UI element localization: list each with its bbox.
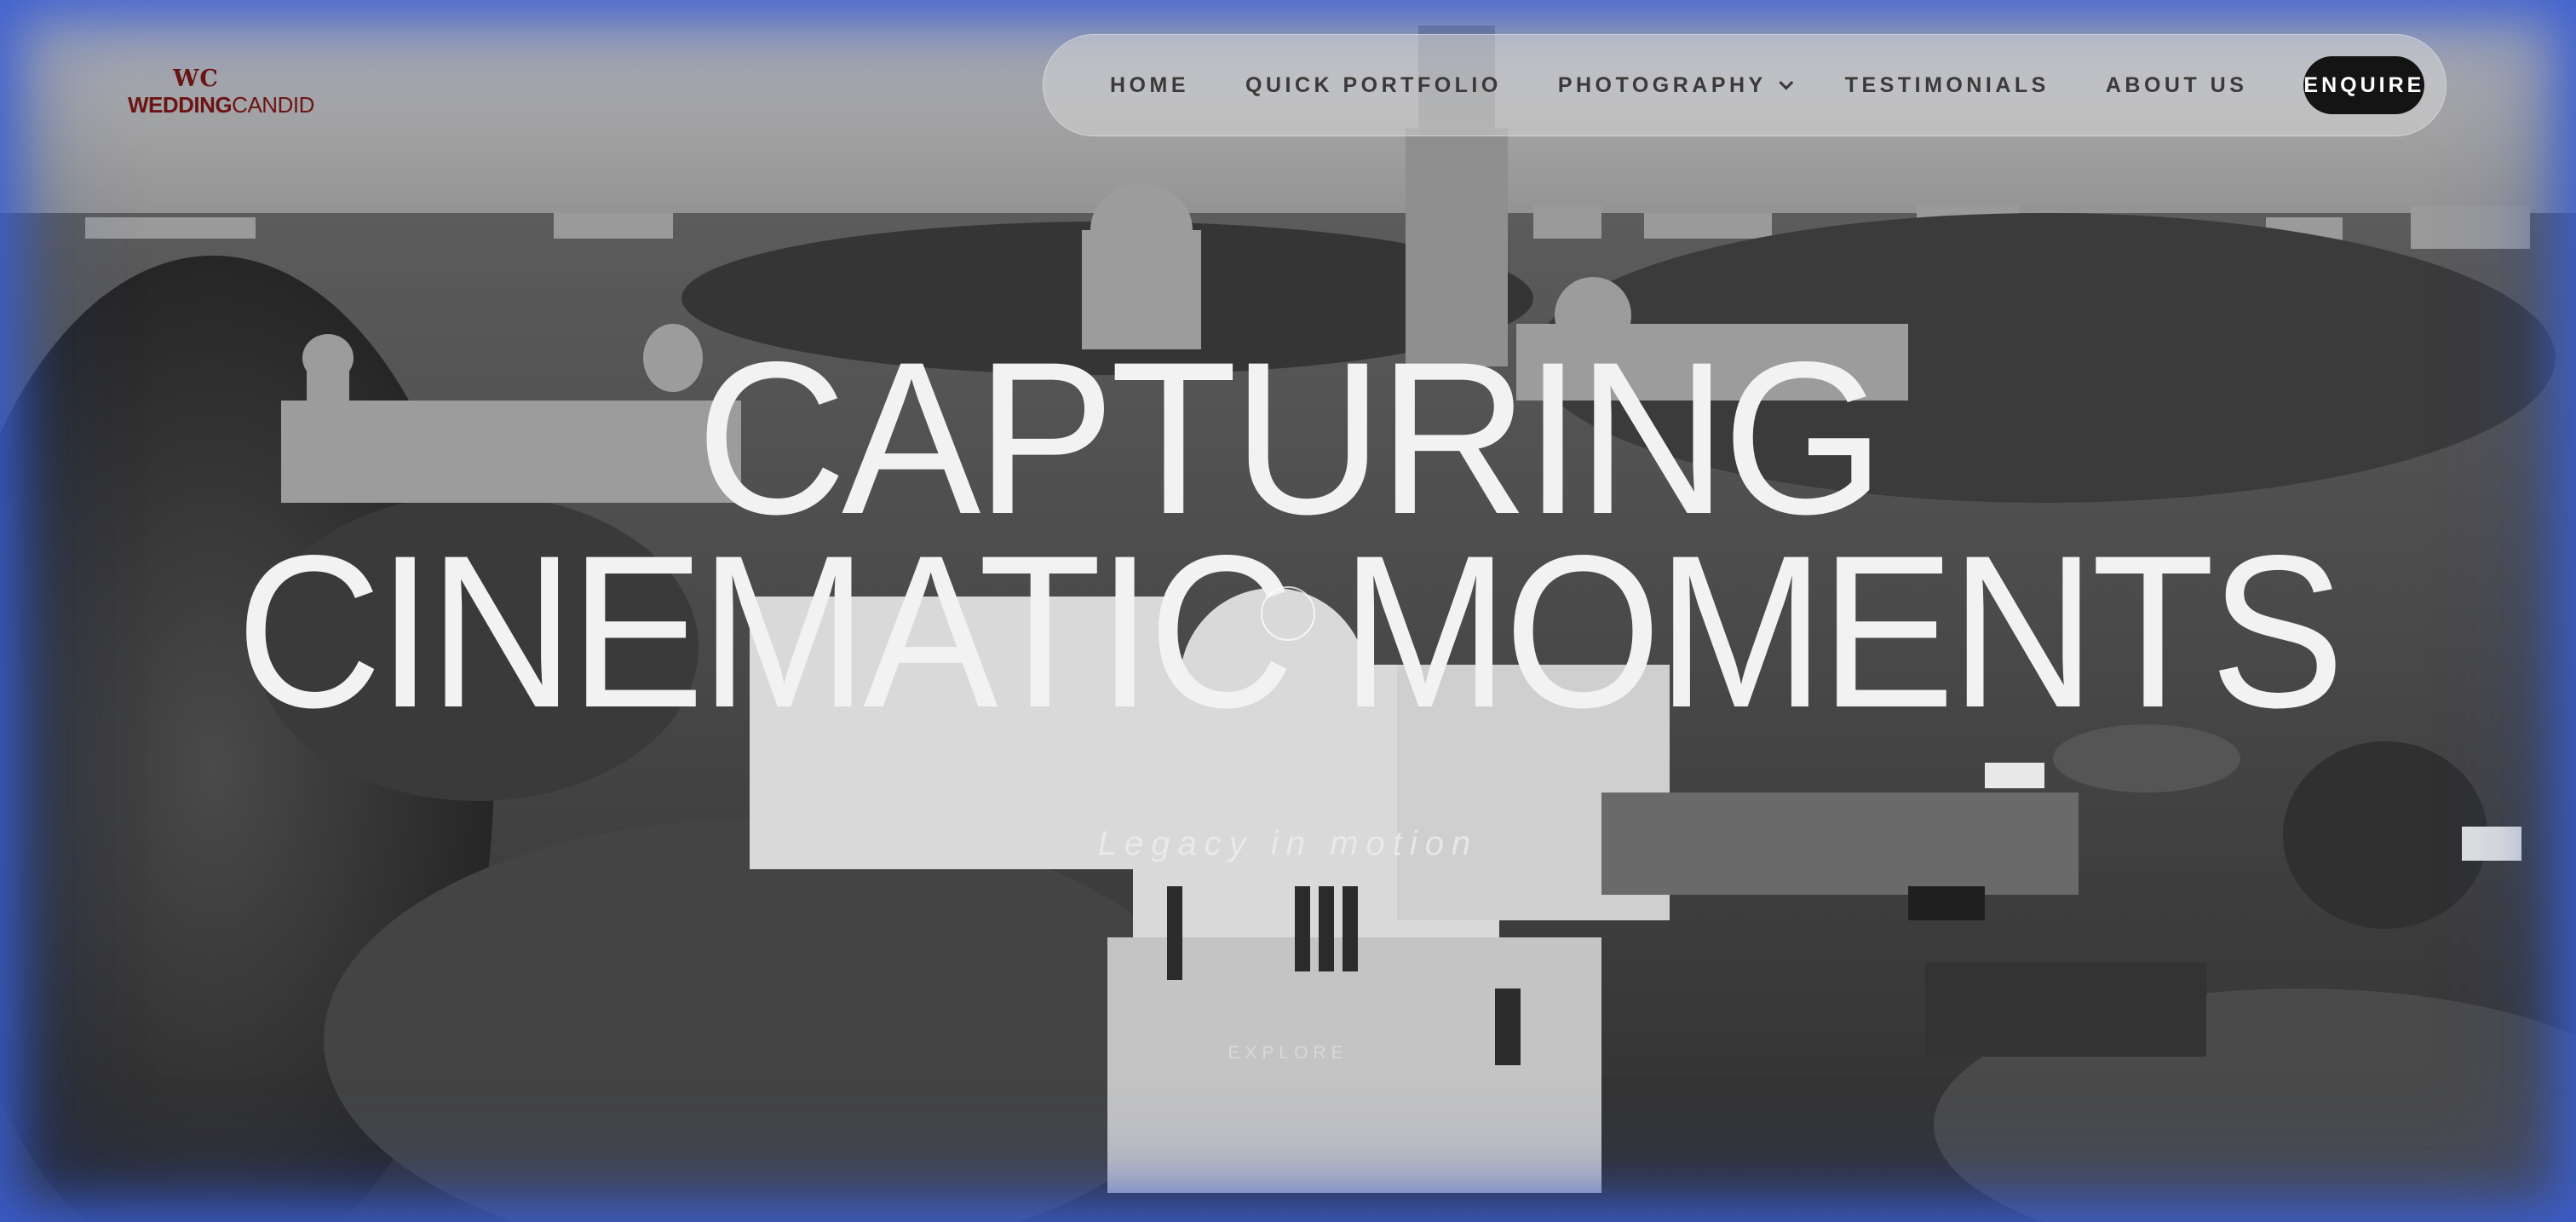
explore-link[interactable]: EXPLORE [0,1043,2576,1063]
hero-tagline: Legacy in motion [1097,825,1479,862]
enquire-button[interactable]: ENQUIRE [2303,56,2425,114]
page-frame: WC WEDDINGCANDID HOME QUICK PORTFOLIO PH… [0,0,2576,1222]
logo-wordmark-light: CANDID [232,92,314,118]
main-navigation: HOME QUICK PORTFOLIO PHOTOGRAPHY TESTIMO… [1043,34,2447,136]
chevron-down-icon [1779,75,1794,90]
logo-wordmark: WEDDINGCANDID [128,92,314,118]
logo-monogram: WC [173,66,219,92]
nav-photography[interactable]: PHOTOGRAPHY [1557,72,1794,98]
nav-quick-portfolio[interactable]: QUICK PORTFOLIO [1245,73,1502,98]
nav-home[interactable]: HOME [1110,73,1189,98]
nav-about-us[interactable]: ABOUT US [2106,73,2248,98]
logo-wordmark-bold: WEDDING [128,92,233,118]
nav-testimonials[interactable]: TESTIMONIALS [1845,73,2050,98]
site-logo[interactable]: WC WEDDINGCANDID [128,66,314,118]
nav-photography-label: PHOTOGRAPHY [1557,72,1767,97]
cursor-ring-icon [1261,586,1315,641]
